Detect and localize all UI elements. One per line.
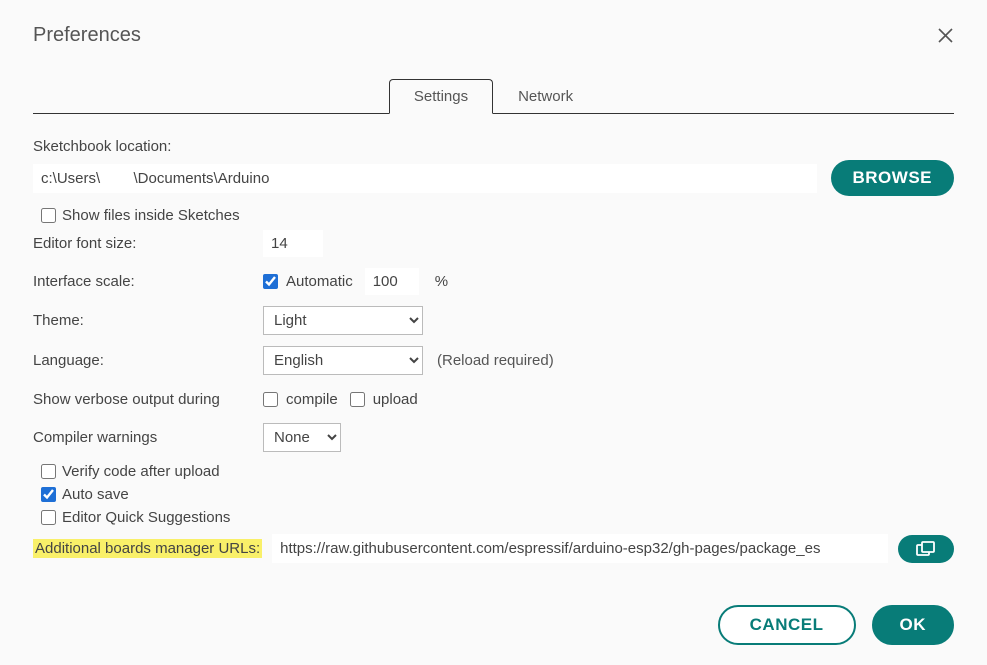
language-hint: (Reload required) <box>437 352 554 369</box>
scale-auto-checkbox[interactable] <box>263 274 278 289</box>
scale-value-input[interactable] <box>365 268 419 295</box>
settings-panel: Sketchbook location: BROWSE Show files i… <box>33 114 954 563</box>
dialog-header: Preferences <box>33 24 954 47</box>
sketchbook-path-input[interactable] <box>33 164 817 193</box>
boards-urls-input[interactable] <box>272 534 888 563</box>
dialog-footer: CANCEL OK <box>33 563 954 665</box>
warnings-label: Compiler warnings <box>33 429 263 446</box>
tab-settings[interactable]: Settings <box>389 79 493 114</box>
boards-urls-expand-button[interactable] <box>898 535 954 563</box>
verbose-upload-label: upload <box>373 391 418 408</box>
dialog-title: Preferences <box>33 24 141 47</box>
tabs: Settings Network <box>33 79 954 114</box>
warnings-select[interactable]: None <box>263 423 341 452</box>
sketchbook-label: Sketchbook location: <box>33 138 263 155</box>
scale-unit: % <box>435 273 448 290</box>
verbose-compile-label: compile <box>286 391 338 408</box>
font-size-label: Editor font size: <box>33 235 263 252</box>
expand-window-icon <box>916 541 936 557</box>
verify-checkbox[interactable] <box>41 464 56 479</box>
scale-label: Interface scale: <box>33 273 263 290</box>
tab-network[interactable]: Network <box>493 79 598 114</box>
font-size-input[interactable] <box>263 230 323 257</box>
quick-suggestions-checkbox[interactable] <box>41 510 56 525</box>
cancel-button[interactable]: CANCEL <box>718 605 856 645</box>
theme-label: Theme: <box>33 312 263 329</box>
preferences-dialog: Preferences Settings Network Sketchbook … <box>0 0 987 665</box>
language-label: Language: <box>33 352 263 369</box>
autosave-checkbox[interactable] <box>41 487 56 502</box>
language-select[interactable]: English <box>263 346 423 375</box>
scale-auto-label: Automatic <box>286 273 353 290</box>
verbose-upload-checkbox[interactable] <box>350 392 365 407</box>
verbose-compile-checkbox[interactable] <box>263 392 278 407</box>
boards-urls-label: Additional boards manager URLs: <box>33 539 262 558</box>
show-files-checkbox[interactable] <box>41 208 56 223</box>
close-icon[interactable] <box>937 27 954 44</box>
show-files-label: Show files inside Sketches <box>62 207 240 224</box>
ok-button[interactable]: OK <box>872 605 955 645</box>
autosave-label: Auto save <box>62 486 129 503</box>
browse-button[interactable]: BROWSE <box>831 160 955 196</box>
verify-label: Verify code after upload <box>62 463 220 480</box>
verbose-label: Show verbose output during <box>33 391 263 408</box>
quick-suggestions-label: Editor Quick Suggestions <box>62 509 230 526</box>
theme-select[interactable]: Light <box>263 306 423 335</box>
